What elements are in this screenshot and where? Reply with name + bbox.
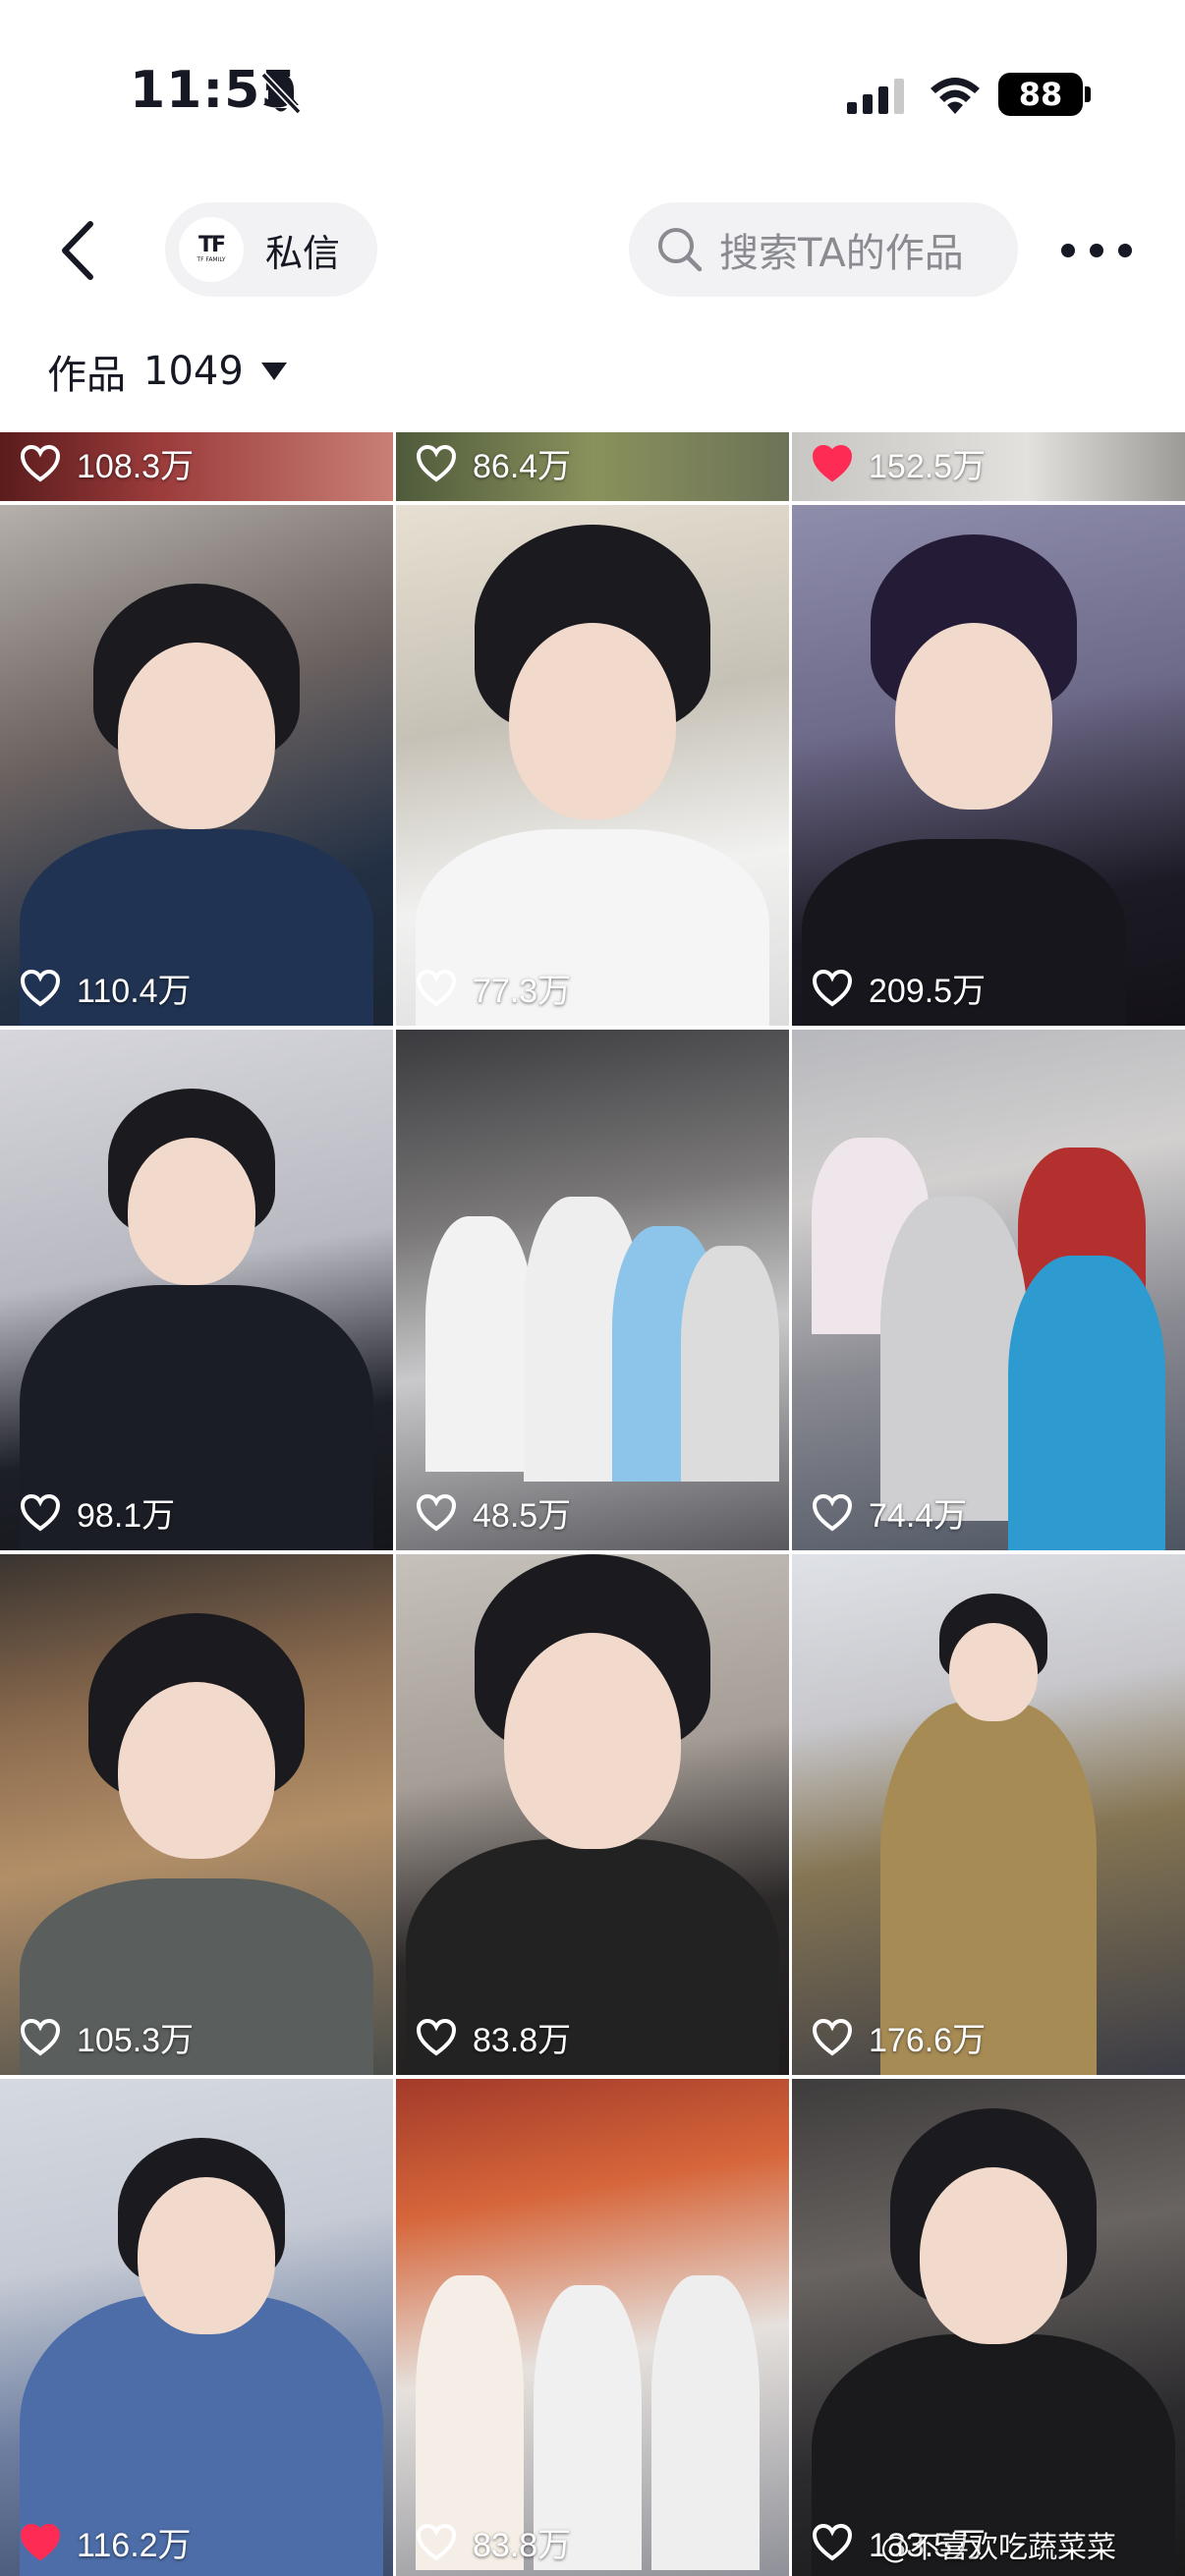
wifi-icon: [931, 78, 980, 114]
heart-icon: [20, 2018, 61, 2055]
video-thumbnail[interactable]: 98.1万: [0, 1030, 393, 1550]
person-figure: [949, 1623, 1038, 1721]
more-dot: [1061, 244, 1075, 257]
video-thumbnail[interactable]: 83.8万: [396, 1554, 789, 2075]
like-count: 110.4万: [20, 964, 192, 1012]
like-count-text: 86.4万: [473, 448, 572, 485]
profile-header: TF TF FAMILY 私信 搜索TA的作品: [0, 187, 1185, 314]
like-count: 77.3万: [416, 964, 571, 1012]
video-thumbnail[interactable]: 133.5万: [792, 2079, 1185, 2576]
watermark-text: @不喜欢吃蔬菜菜: [880, 2531, 1116, 2565]
heart-icon: [812, 2018, 853, 2055]
like-count: 176.6万: [812, 2013, 986, 2061]
like-count: 74.4万: [812, 1488, 967, 1537]
like-count-text: 108.3万: [77, 448, 195, 485]
more-options-icon[interactable]: [1061, 226, 1132, 275]
heart-icon: [416, 1493, 457, 1531]
person-figure: [920, 2167, 1067, 2344]
video-thumbnail[interactable]: 209.5万: [792, 505, 1185, 1026]
person-figure: [504, 1633, 681, 1849]
tf-family-logo: TF TF FAMILY: [179, 217, 244, 282]
video-grid: 108.3万 86.4万 152.5万 110.4万 77.3万 209.5万 …: [0, 432, 1185, 2576]
like-count-text: 209.5万: [869, 973, 987, 1010]
like-count: 48.5万: [416, 1488, 571, 1537]
like-count-text: 116.2万: [77, 2527, 192, 2564]
like-count: 83.8万: [416, 2013, 571, 2061]
more-dot: [1118, 244, 1132, 257]
search-works-input[interactable]: 搜索TA的作品: [629, 202, 1018, 297]
cellular-signal-icon: [847, 79, 904, 114]
heart-icon: [416, 2523, 457, 2560]
like-count-text: 74.4万: [869, 1497, 968, 1535]
heart-icon: [20, 444, 61, 481]
status-bar: 11:55 88: [0, 0, 1185, 187]
person-figure: [138, 2177, 275, 2334]
video-thumbnail[interactable]: 176.6万: [792, 1554, 1185, 2075]
works-tab-label: 作品: [47, 353, 126, 398]
person-figure: [880, 1197, 1028, 1521]
caret-down-icon: [260, 363, 287, 380]
heart-icon: [20, 969, 61, 1006]
video-thumbnail[interactable]: 77.3万: [396, 505, 789, 1026]
person-figure: [425, 1216, 534, 1472]
like-count: 152.5万: [812, 439, 986, 487]
heart-icon: [812, 1493, 853, 1531]
more-dot: [1090, 244, 1103, 257]
like-count-text: 152.5万: [869, 448, 987, 485]
person-figure: [118, 1682, 275, 1859]
heart-icon: [416, 2018, 457, 2055]
logo-subtext: TF FAMILY: [197, 256, 226, 263]
video-thumbnail[interactable]: 116.2万: [0, 2079, 393, 2576]
video-thumbnail[interactable]: 86.4万: [396, 432, 789, 501]
person-figure: [128, 1138, 255, 1285]
like-count-text: 105.3万: [77, 2022, 195, 2059]
search-placeholder: 搜索TA的作品: [719, 231, 964, 276]
logo-mark: TF: [198, 233, 226, 257]
like-count: 98.1万: [20, 1488, 175, 1537]
battery-indicator: 88: [998, 73, 1083, 116]
person-figure: [509, 623, 676, 819]
bell-muted-icon: [260, 72, 302, 115]
video-thumbnail[interactable]: 105.3万: [0, 1554, 393, 2075]
video-thumbnail[interactable]: 110.4万: [0, 505, 393, 1026]
video-thumbnail[interactable]: 83.8万: [396, 2079, 789, 2576]
video-thumbnail[interactable]: 152.5万: [792, 432, 1185, 501]
person-figure: [1008, 1256, 1165, 1550]
like-count: 105.3万: [20, 2013, 194, 2061]
heart-icon: [20, 1493, 61, 1531]
heart-filled-icon: [812, 444, 853, 481]
person-figure: [895, 623, 1052, 810]
like-count-text: 83.8万: [473, 2022, 572, 2059]
heart-filled-icon: [20, 2523, 61, 2560]
like-count: 86.4万: [416, 439, 571, 487]
video-thumbnail[interactable]: 74.4万: [792, 1030, 1185, 1550]
heart-icon: [416, 444, 457, 481]
search-icon: [658, 228, 703, 272]
like-count-text: 48.5万: [473, 1497, 572, 1535]
heart-icon: [812, 2523, 853, 2560]
like-count: 209.5万: [812, 964, 986, 1012]
works-tab[interactable]: 作品 1049: [47, 340, 287, 403]
like-count: 108.3万: [20, 439, 194, 487]
like-count-text: 110.4万: [77, 973, 192, 1010]
like-count: 116.2万: [20, 2518, 192, 2566]
message-button[interactable]: TF TF FAMILY 私信: [165, 202, 377, 297]
like-count: 83.8万: [416, 2518, 571, 2566]
battery-tip: [1085, 86, 1091, 102]
heart-icon: [812, 969, 853, 1006]
works-count: 1049: [143, 349, 244, 394]
back-arrow-icon[interactable]: [49, 216, 108, 285]
message-button-label: 私信: [265, 231, 341, 275]
person-figure: [681, 1246, 779, 1482]
person-figure: [651, 2275, 760, 2570]
like-count-text: 98.1万: [77, 1497, 176, 1535]
like-count-text: 176.6万: [869, 2022, 987, 2059]
video-thumbnail[interactable]: 48.5万: [396, 1030, 789, 1550]
person-figure: [118, 643, 275, 829]
video-thumbnail[interactable]: 108.3万: [0, 432, 393, 501]
heart-icon: [416, 969, 457, 1006]
like-count-text: 77.3万: [473, 973, 572, 1010]
like-count-text: 83.8万: [473, 2527, 572, 2564]
